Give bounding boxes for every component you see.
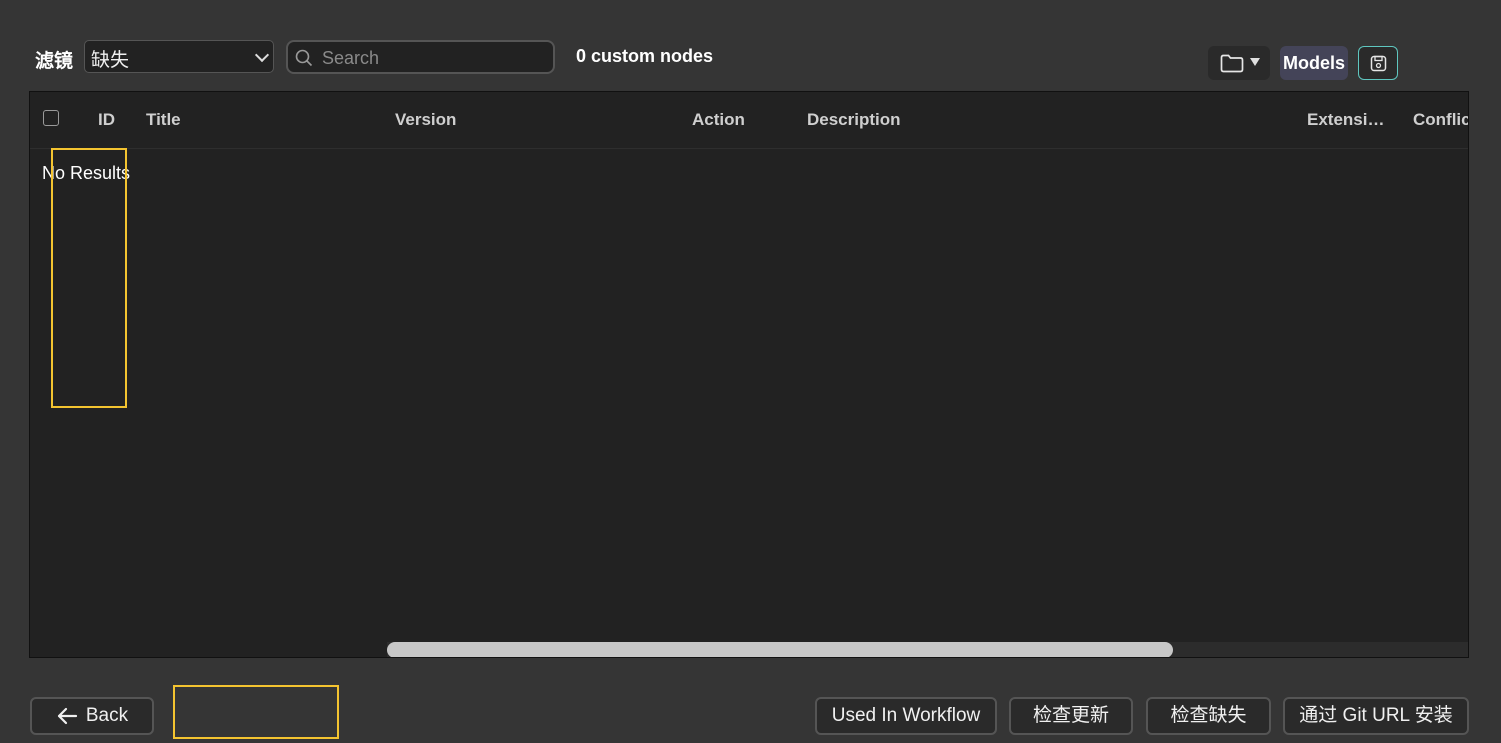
search-icon: [295, 49, 313, 72]
column-header-id[interactable]: ID: [98, 110, 115, 130]
chevron-down-icon: [254, 47, 270, 63]
check-missing-button[interactable]: 检查缺失: [1146, 697, 1271, 735]
save-icon: [1370, 55, 1387, 72]
search-input[interactable]: [320, 45, 544, 71]
horizontal-scrollbar-thumb[interactable]: [387, 642, 1173, 657]
save-snapshot-button[interactable]: [1358, 46, 1398, 80]
folder-dropdown-button[interactable]: [1208, 46, 1270, 80]
column-header-version[interactable]: Version: [395, 110, 456, 130]
highlight-box: [173, 685, 339, 739]
filter-label: 滤镜: [35, 51, 74, 72]
column-header-title[interactable]: Title: [146, 110, 181, 130]
select-all-checkbox[interactable]: [43, 110, 59, 126]
folder-icon: [1220, 54, 1244, 78]
node-count: 0 custom nodes: [576, 46, 714, 66]
install-via-git-url-button[interactable]: 通过 Git URL 安装: [1283, 697, 1469, 735]
filter-select-value: 缺失: [91, 50, 130, 71]
used-in-workflow-button[interactable]: Used In Workflow: [815, 697, 997, 735]
column-header-action[interactable]: Action: [692, 110, 745, 130]
search-box[interactable]: [286, 40, 555, 74]
column-header-extensions[interactable]: Extensi…: [1307, 110, 1384, 130]
back-button[interactable]: Back: [30, 697, 154, 735]
highlight-box: [51, 148, 127, 408]
filter-select[interactable]: 缺失: [84, 40, 274, 73]
caret-down-icon: [1250, 58, 1260, 66]
arrow-left-icon: [57, 707, 77, 725]
models-button[interactable]: Models: [1280, 46, 1348, 80]
column-header-description[interactable]: Description: [807, 110, 901, 130]
column-header-conflicts[interactable]: Conflic: [1413, 110, 1468, 130]
custom-nodes-grid: ID Title Version Action Description Exte…: [29, 91, 1469, 658]
check-update-button[interactable]: 检查更新: [1009, 697, 1133, 735]
back-button-label: Back: [85, 705, 129, 726]
grid-header: ID Title Version Action Description Exte…: [30, 92, 1468, 149]
